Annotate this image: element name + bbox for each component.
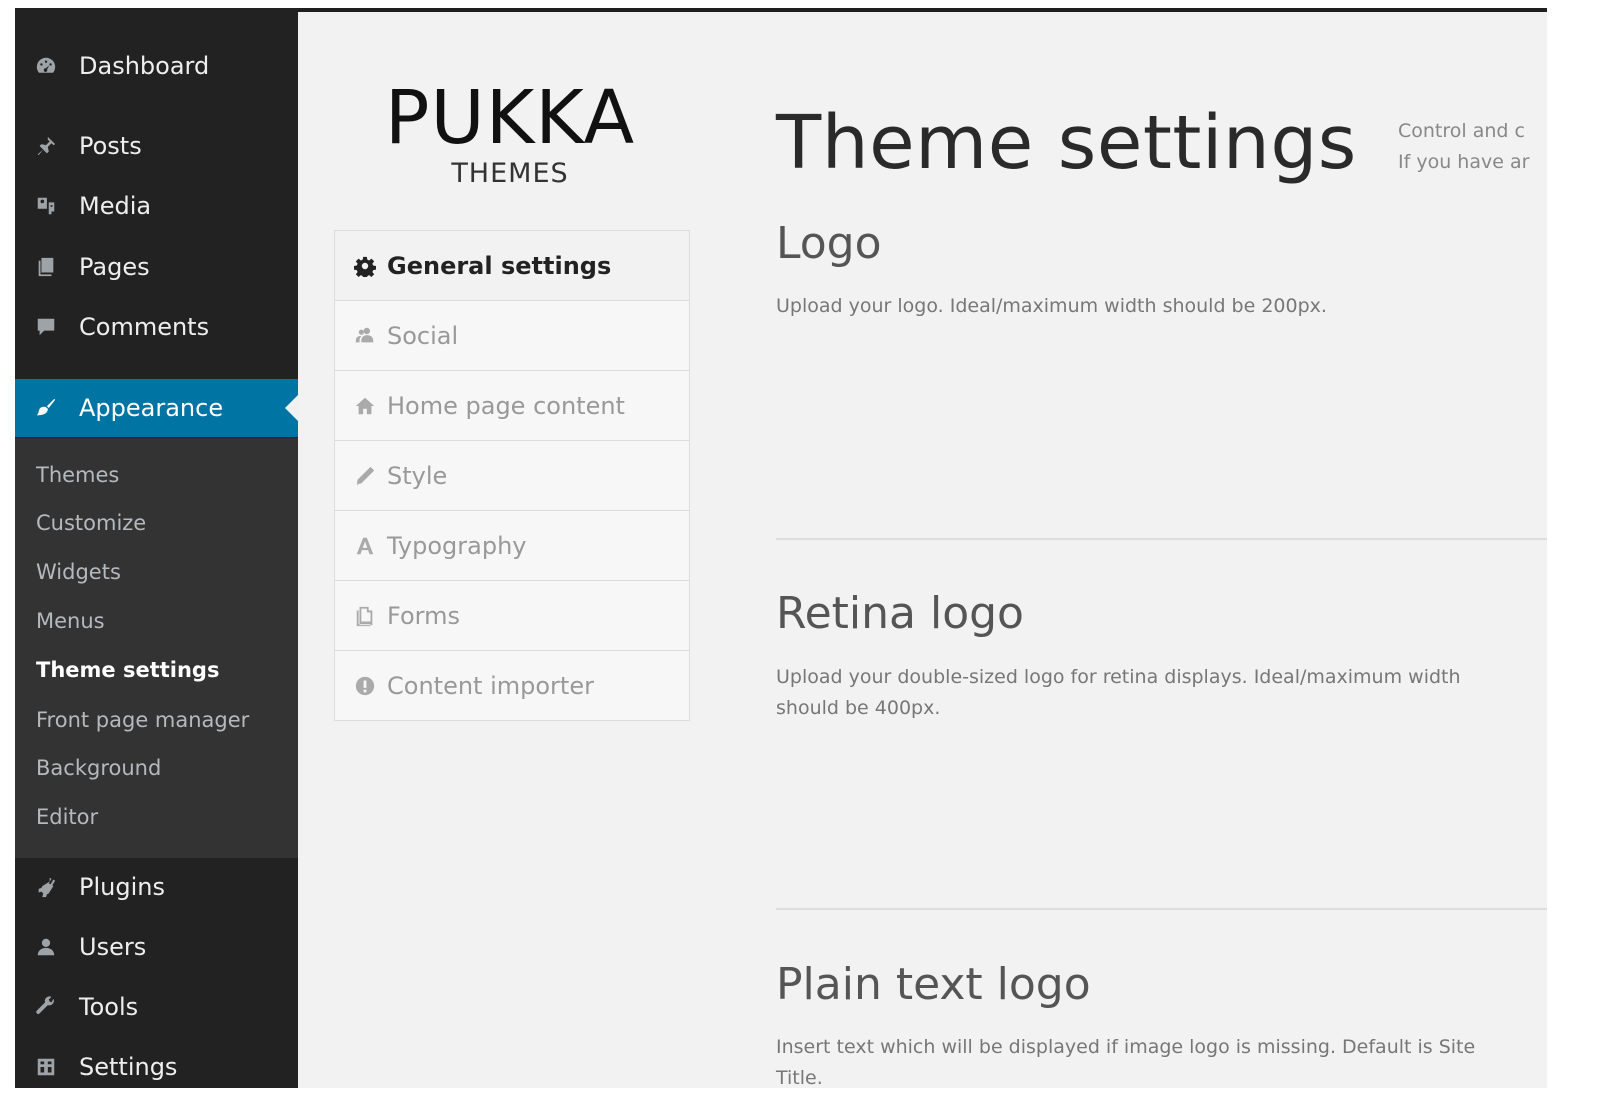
- plug-icon: [29, 876, 63, 898]
- menu-item-tools[interactable]: Tools: [15, 979, 298, 1035]
- app-frame: Dashboard Posts Media Pages Comments App…: [15, 8, 1547, 1088]
- brand-logo: PUKKA THEMES: [330, 80, 690, 189]
- menu-label: Posts: [79, 132, 142, 160]
- pages-icon: [29, 256, 63, 278]
- menu-item-dashboard[interactable]: Dashboard: [15, 38, 298, 94]
- pencil-icon: [352, 465, 378, 487]
- tab-forms[interactable]: Forms: [335, 580, 689, 650]
- page-description: Control and c If you have ar: [1398, 116, 1547, 178]
- menu-label: Media: [79, 192, 152, 220]
- menu-item-media[interactable]: Media: [15, 178, 298, 234]
- menu-label: Settings: [79, 1053, 178, 1081]
- tab-general-settings[interactable]: General settings: [335, 231, 689, 300]
- admin-sidebar: Dashboard Posts Media Pages Comments App…: [15, 8, 298, 1088]
- menu-item-settings[interactable]: Settings: [15, 1039, 298, 1088]
- menu-item-appearance[interactable]: Appearance: [15, 379, 298, 437]
- submenu-item-theme-settings[interactable]: Theme settings: [36, 658, 219, 682]
- tab-label: Style: [387, 461, 448, 490]
- paintbrush-icon: [29, 397, 63, 419]
- gear-icon: [352, 255, 378, 277]
- section-divider: [776, 908, 1547, 910]
- menu-label: Comments: [79, 313, 210, 341]
- media-icon: [29, 195, 63, 217]
- section-title-retina-logo: Retina logo: [776, 588, 1024, 639]
- menu-label: Tools: [79, 993, 139, 1021]
- section-title-logo: Logo: [776, 218, 882, 269]
- menu-item-posts[interactable]: Posts: [15, 118, 298, 174]
- section-desc-retina-logo: Upload your double-sized logo for retina…: [776, 666, 1461, 719]
- typography-icon: [352, 535, 378, 557]
- tab-content-importer[interactable]: Content importer: [335, 650, 689, 720]
- menu-item-comments[interactable]: Comments: [15, 299, 298, 355]
- theme-settings-panel: PUKKA THEMES General settings Social Hom…: [298, 12, 1547, 1088]
- page-description-line-2: If you have ar: [1398, 151, 1530, 173]
- menu-label: Plugins: [79, 873, 165, 901]
- home-icon: [352, 395, 378, 417]
- user-icon: [29, 936, 63, 958]
- tab-label: Social: [387, 321, 459, 350]
- tab-style[interactable]: Style: [335, 440, 689, 510]
- tab-home-page-content[interactable]: Home page content: [335, 370, 689, 440]
- menu-label: Appearance: [79, 394, 224, 422]
- submenu-item-front-page-manager[interactable]: Front page manager: [36, 708, 249, 732]
- pin-icon: [29, 135, 63, 157]
- comment-icon: [29, 316, 63, 338]
- page-description-line-1: Control and c: [1398, 120, 1525, 142]
- appearance-submenu: Themes Customize Widgets Menus Theme set…: [15, 438, 298, 858]
- menu-item-users[interactable]: Users: [15, 919, 298, 975]
- wrench-icon: [29, 996, 63, 1018]
- tab-label: Forms: [387, 601, 460, 630]
- section-desc-logo: Upload your logo. Ideal/maximum width sh…: [776, 295, 1327, 317]
- brand-name: PUKKA: [384, 75, 636, 161]
- submenu-item-themes[interactable]: Themes: [36, 463, 119, 487]
- settings-icon: [29, 1056, 63, 1078]
- menu-label: Dashboard: [79, 52, 210, 80]
- menu-label: Pages: [79, 253, 150, 281]
- submenu-item-editor[interactable]: Editor: [36, 805, 98, 829]
- active-menu-arrow: [285, 395, 298, 421]
- tab-typography[interactable]: Typography: [335, 510, 689, 580]
- social-icon: [352, 325, 378, 347]
- page-title: Theme settings: [776, 100, 1357, 186]
- submenu-item-menus[interactable]: Menus: [36, 609, 105, 633]
- brand-subtitle: THEMES: [451, 158, 569, 189]
- tab-label: Content importer: [387, 671, 594, 700]
- menu-label: Users: [79, 933, 147, 961]
- menu-item-plugins[interactable]: Plugins: [15, 859, 298, 915]
- submenu-item-widgets[interactable]: Widgets: [36, 560, 121, 584]
- section-desc-plain-text-logo: Insert text which will be displayed if i…: [776, 1036, 1476, 1088]
- section-title-plain-text-logo: Plain text logo: [776, 959, 1091, 1010]
- menu-item-pages[interactable]: Pages: [15, 239, 298, 295]
- dashboard-icon: [29, 55, 63, 77]
- submenu-item-background[interactable]: Background: [36, 756, 161, 780]
- settings-tabs: General settings Social Home page conten…: [334, 230, 690, 721]
- importer-icon: [352, 675, 378, 697]
- section-divider: [776, 538, 1547, 540]
- tab-label: Typography: [387, 531, 527, 560]
- tab-social[interactable]: Social: [335, 300, 689, 370]
- tab-label: General settings: [387, 251, 612, 280]
- tab-label: Home page content: [387, 391, 625, 420]
- forms-icon: [352, 605, 378, 627]
- submenu-item-customize[interactable]: Customize: [36, 511, 146, 535]
